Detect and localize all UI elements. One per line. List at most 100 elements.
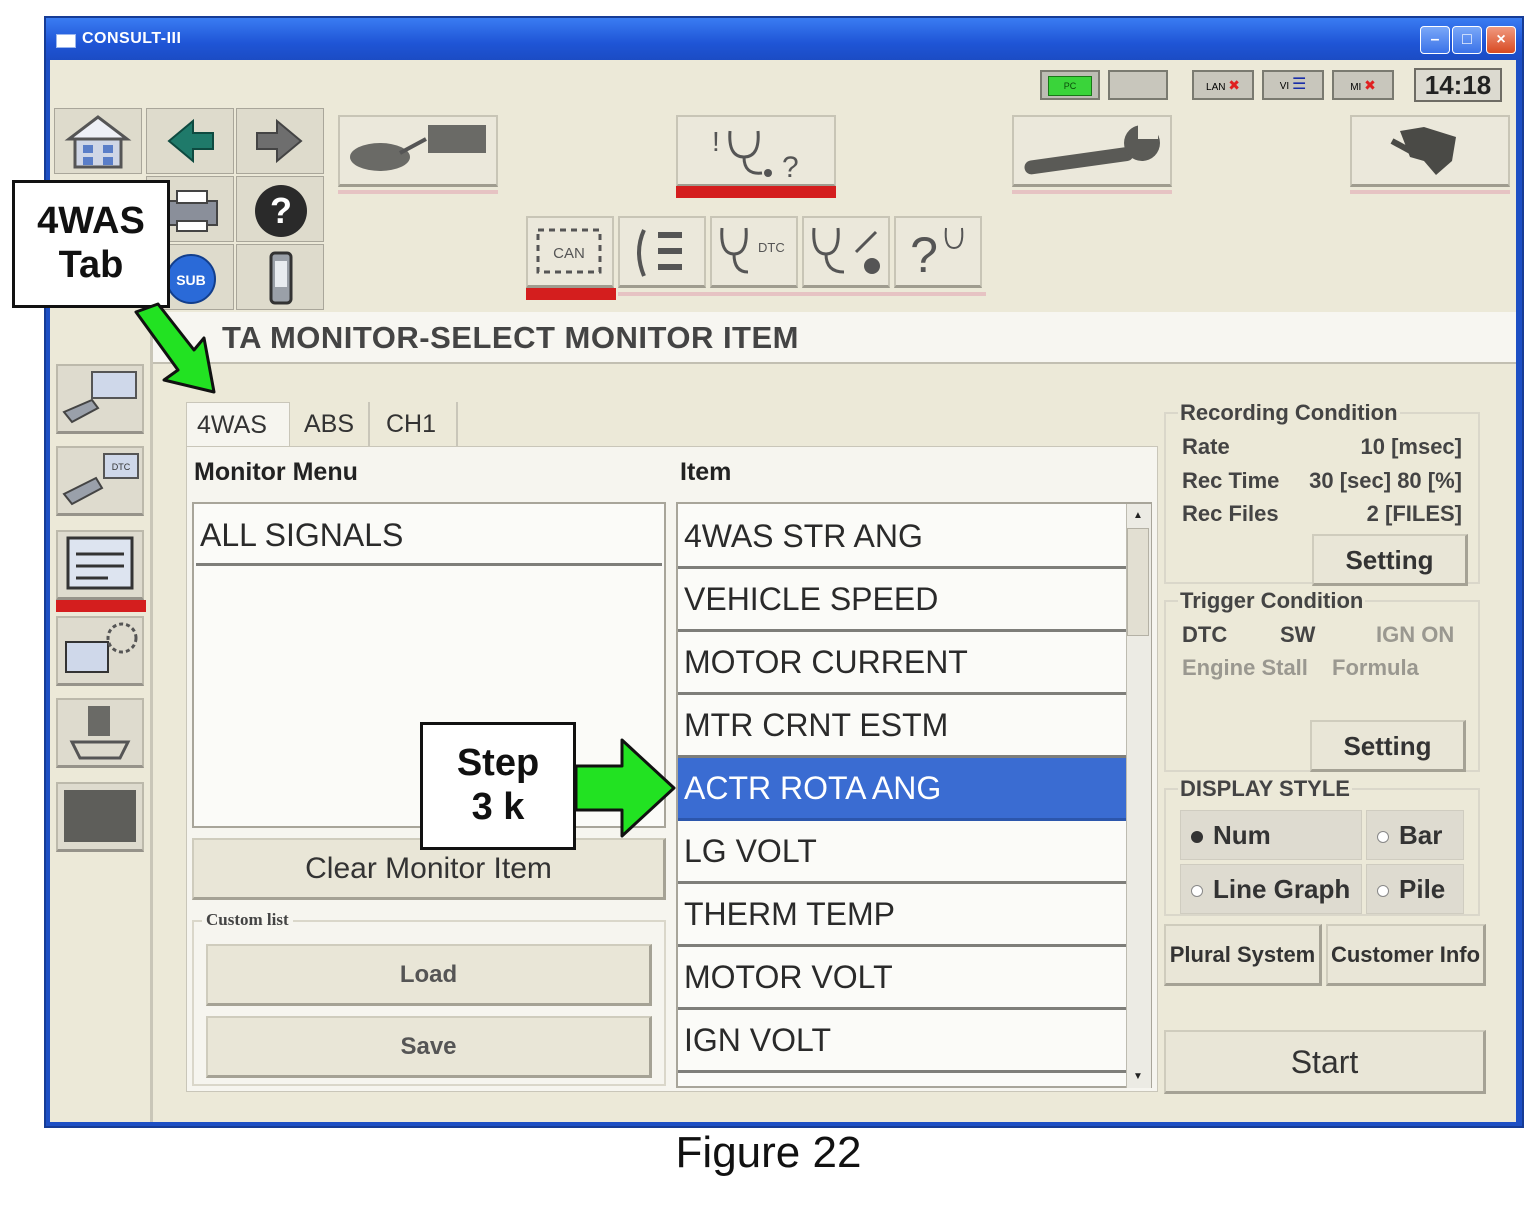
vehicle-connect-button[interactable] [338,115,498,187]
rec-time-value: 30 [sec] 80 [%] [1309,468,1462,493]
trigger-setting-button[interactable]: Setting [1310,720,1466,772]
tab-callout: 4WAS Tab [12,180,170,308]
diagnosis-button[interactable]: ! ? [676,115,836,187]
custom-list-label: Custom list [202,910,293,930]
back-button[interactable] [146,108,234,174]
lan-indicator: LAN ✖ [1192,70,1254,100]
item-row[interactable]: 4WAS STR ANG [678,506,1126,569]
figure-caption: Figure 22 [675,1128,862,1177]
forward-button[interactable] [236,108,324,174]
mi-disconnected-icon: ✖ [1364,77,1376,93]
diagnosis-icon: ! ? [712,126,799,184]
plural-system-button[interactable]: Plural System [1164,924,1322,986]
tab-4was[interactable]: 4WAS [186,402,290,446]
sidebar-item-work-support[interactable] [56,698,144,768]
vehicle-connect-underline [338,190,498,194]
radio-line-graph-indicator [1191,885,1203,898]
item-row-selected[interactable]: ACTR ROTA ANG [678,758,1126,821]
step-arrow-icon [574,738,676,838]
svg-text:?: ? [910,227,938,283]
svg-text:?: ? [270,190,292,231]
work-support-button[interactable] [1012,115,1172,187]
vi-bars-icon: ☰ [1291,76,1307,93]
home-icon [64,115,132,169]
item-row[interactable]: LG VOLT [678,821,1126,884]
item-row[interactable]: IGN VOLT [678,1010,1126,1073]
scroll-up-icon[interactable]: ▲ [1127,505,1149,527]
blank-panel-icon [64,790,136,842]
dtc-button[interactable]: DTC [710,216,798,288]
can-active-indicator [526,288,616,300]
trigger-engine-stall[interactable]: Engine Stall [1182,655,1308,681]
close-button[interactable]: × [1486,26,1516,54]
rec-files-value: 2 [FILES] [1366,501,1462,526]
phone-button[interactable] [236,244,324,310]
question-button[interactable]: ? [894,216,982,288]
maximize-button[interactable]: □ [1452,26,1482,54]
tab-ch1[interactable]: CH1 [376,402,458,446]
scroll-down-icon[interactable]: ▼ [1127,1066,1149,1088]
radio-num[interactable]: Num [1180,810,1362,860]
ecu-underline [1350,190,1510,194]
item-row[interactable]: VEHICLE SPEED [678,569,1126,632]
forward-arrow-icon [256,118,303,164]
customer-info-button[interactable]: Customer Info [1326,924,1486,986]
trigger-formula[interactable]: Formula [1332,655,1419,681]
trigger-sw[interactable]: SW [1280,622,1315,648]
start-button[interactable]: Start [1164,1030,1486,1094]
radio-pile[interactable]: Pile [1366,864,1464,914]
radio-pile-indicator [1377,885,1389,898]
back-arrow-icon [167,118,214,164]
ecu-icon [1390,127,1456,175]
help-button[interactable]: ? [236,176,324,242]
ecu-button[interactable] [1350,115,1510,187]
dtc-select-icon: DTC [62,453,139,506]
svg-text:!: ! [712,126,720,157]
seat-icon [69,706,131,760]
monitor-screen-icon [66,536,134,590]
step-callout: Step 3 k [420,722,576,850]
sidebar-item-data-monitor[interactable] [56,530,144,600]
minimize-button[interactable]: – [1420,26,1450,54]
rate-label: Rate [1182,434,1230,459]
dtc-icon: DTC [720,227,785,274]
save-button[interactable]: Save [206,1016,652,1078]
display-style-title: DISPLAY STYLE [1178,776,1352,802]
radio-line-graph[interactable]: Line Graph [1180,864,1362,914]
sub-toolbar-underline [618,292,986,296]
mi-indicator: MI ✖ [1332,70,1394,100]
recording-setting-button[interactable]: Setting [1312,534,1468,586]
radio-num-indicator [1191,831,1203,844]
item-row[interactable]: MTR CRNT ESTM [678,695,1126,758]
sort-button[interactable] [618,216,706,288]
sidebar-item-active-test[interactable] [56,616,144,686]
rec-time-label: Rec Time [1182,468,1280,493]
page-title: TA MONITOR-SELECT MONITOR ITEM [222,320,799,355]
can-icon: CAN [536,228,602,274]
tab-abs[interactable]: ABS [294,402,370,446]
data-monitor-button[interactable] [802,216,890,288]
load-button[interactable]: Load [206,944,652,1006]
radio-bar[interactable]: Bar [1366,810,1464,860]
scrollbar-thumb[interactable] [1127,528,1149,636]
clock: 14:18 [1414,68,1502,102]
trigger-ign-on[interactable]: IGN ON [1376,622,1454,648]
blank-indicator [1108,70,1168,100]
monitor-menu-heading: Monitor Menu [194,458,358,486]
sidebar-item-extra[interactable] [56,782,144,852]
tab-callout-line2: Tab [58,244,124,286]
item-row[interactable]: MOTOR VOLT [678,947,1126,1010]
monitor-menu-item-all-signals[interactable]: ALL SIGNALS [196,506,662,566]
home-button[interactable] [54,108,142,174]
trigger-dtc[interactable]: DTC [1182,622,1227,648]
sidebar-item-dtc[interactable]: DTC [56,446,144,516]
diagnosis-active-indicator [676,186,836,198]
svg-text:DTC: DTC [112,462,131,472]
can-button[interactable]: CAN [526,216,614,288]
phone-icon [269,251,293,305]
item-row[interactable]: THERM TEMP [678,884,1126,947]
sidebar-active-indicator [56,600,146,612]
trigger-condition-title: Trigger Condition [1178,588,1366,614]
title-bar [46,18,1522,60]
item-row[interactable]: MOTOR CURRENT [678,632,1126,695]
